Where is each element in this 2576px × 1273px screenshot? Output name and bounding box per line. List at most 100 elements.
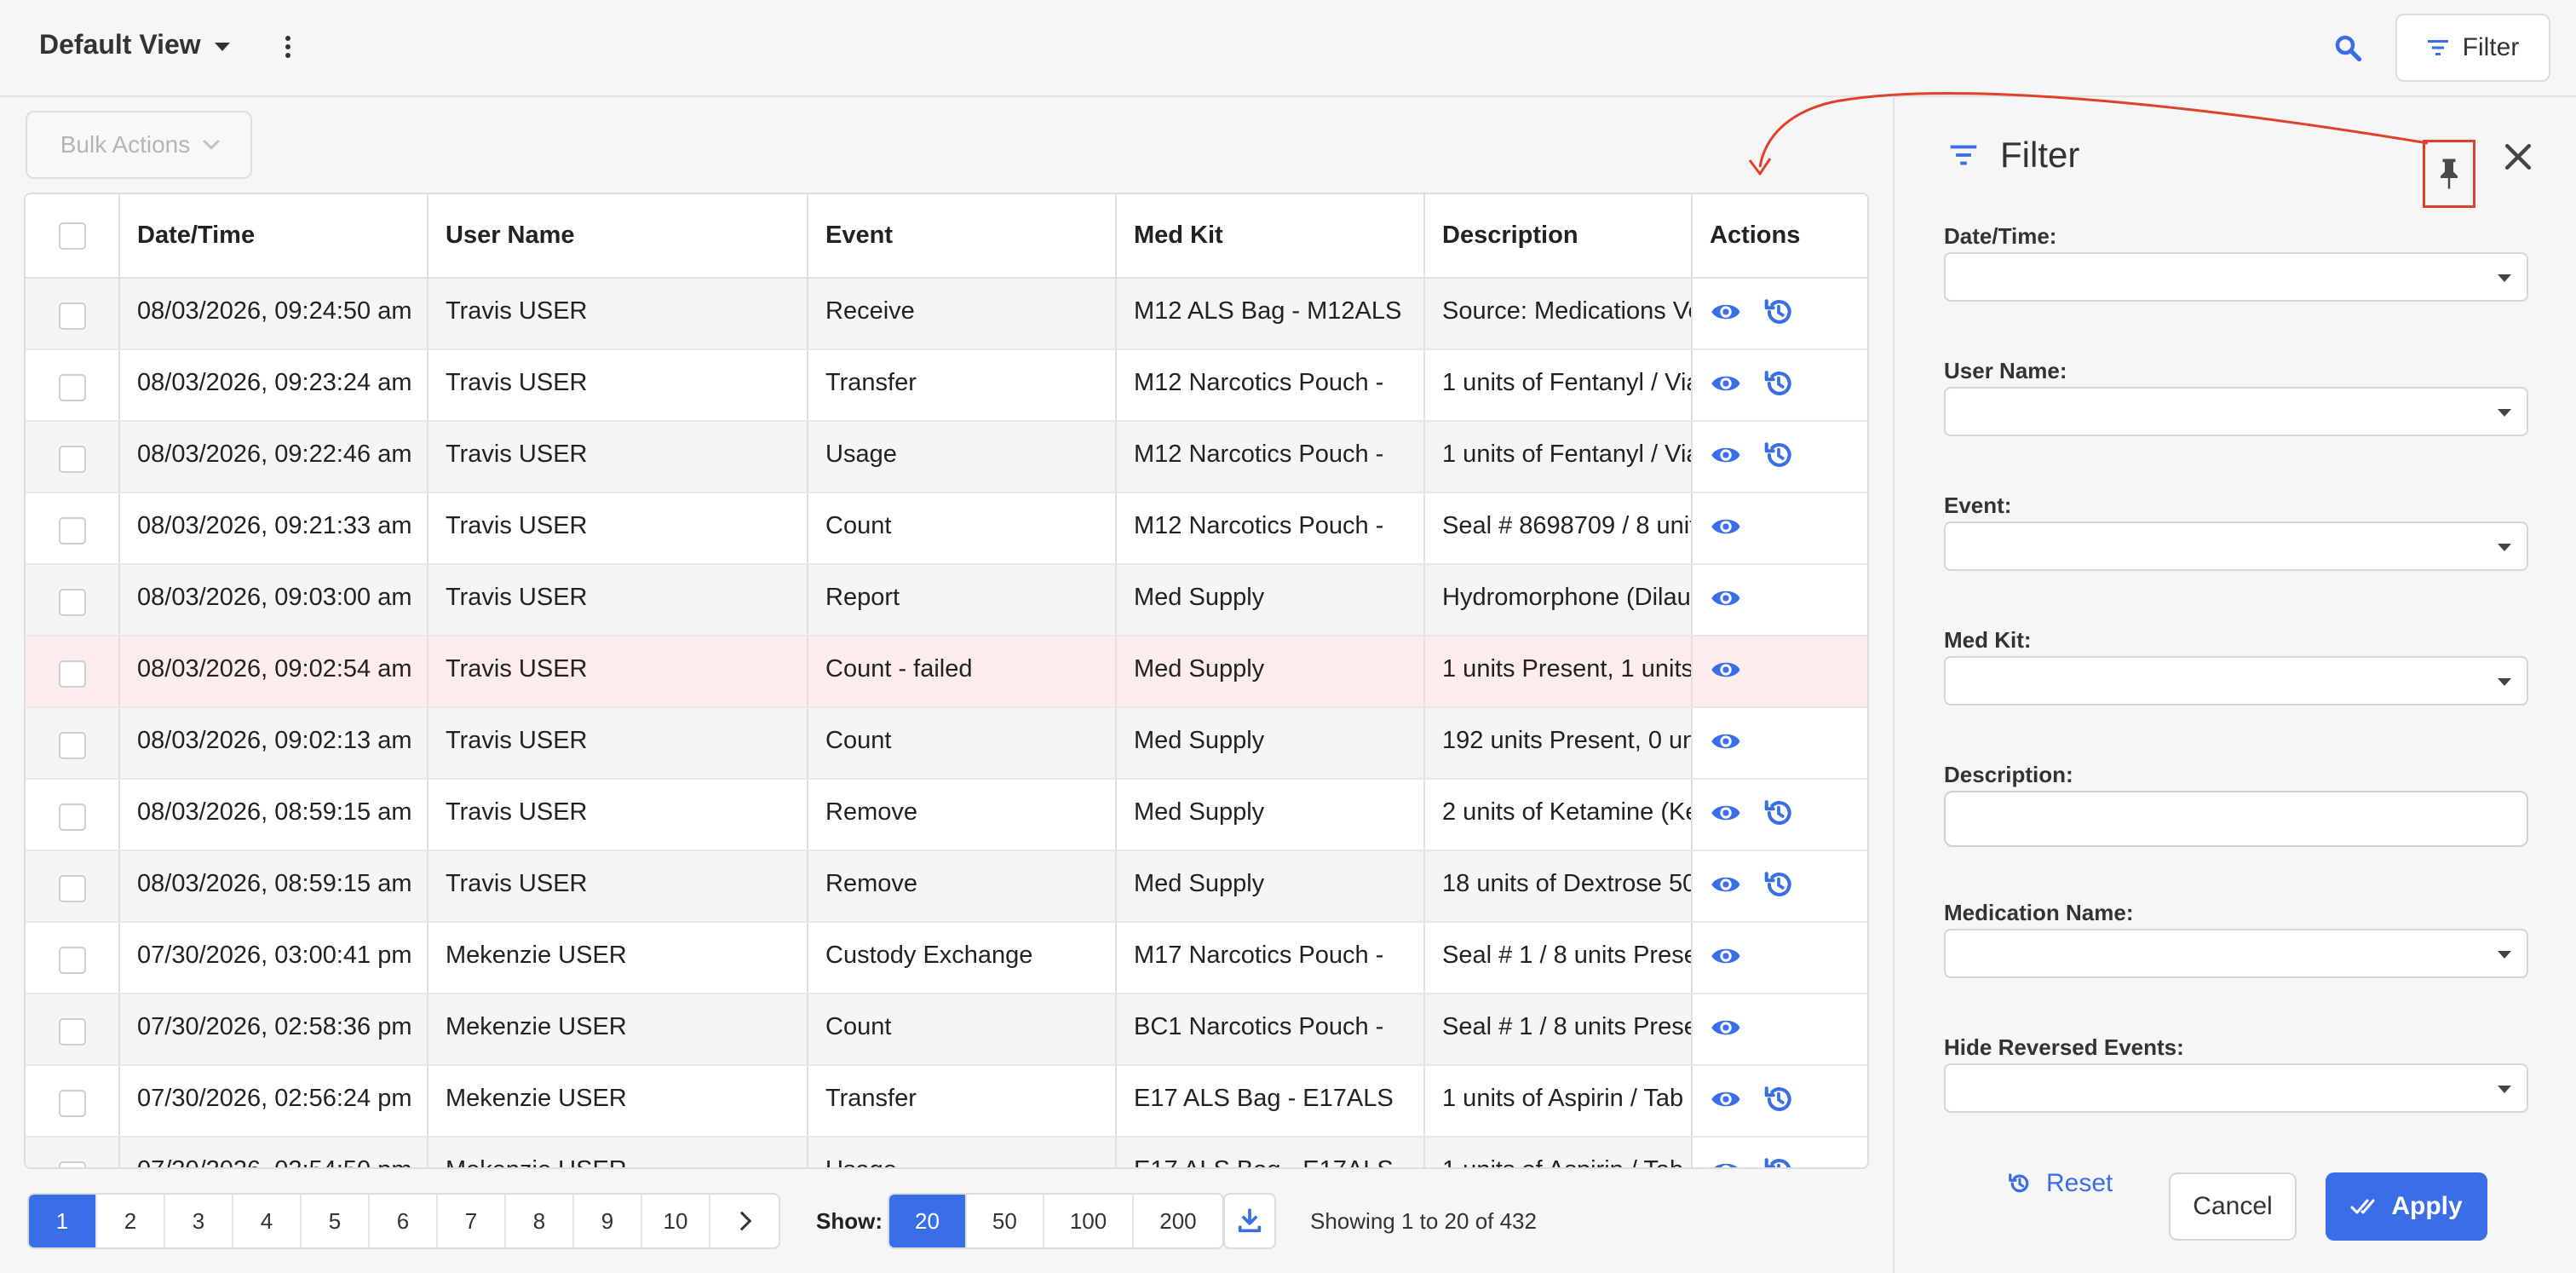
event-select[interactable] <box>1944 521 2528 571</box>
apply-button[interactable]: Apply <box>2326 1172 2487 1241</box>
table-row[interactable]: 08/03/2026, 09:24:50 am Travis USER Receiv… <box>26 278 1867 350</box>
hide-reversed-events-select[interactable] <box>1944 1063 2528 1113</box>
table-row[interactable]: 07/30/2026, 02:58:36 pm Mekenzie USER Coun… <box>26 994 1867 1066</box>
eye-icon[interactable] <box>1710 510 1742 543</box>
history-icon[interactable] <box>1762 797 1795 829</box>
search-icon[interactable] <box>2332 32 2363 63</box>
cell-datetime: 08/03/2026, 09:23:24 am <box>119 349 428 422</box>
table-row[interactable]: 08/03/2026, 08:59:15 am Travis USER Remove… <box>26 850 1867 923</box>
history-icon[interactable] <box>1762 367 1795 400</box>
page-size-50[interactable]: 50 <box>967 1195 1044 1247</box>
row-checkbox[interactable] <box>58 1090 86 1117</box>
eye-icon[interactable] <box>1710 654 1742 686</box>
page-button-8[interactable]: 8 <box>506 1195 574 1247</box>
column-header-actions: Actions <box>1692 194 1867 279</box>
filter-icon <box>2427 40 2448 55</box>
page-button-6[interactable]: 6 <box>370 1195 438 1247</box>
table-row[interactable]: 08/03/2026, 09:02:54 am Travis USER Count … <box>26 636 1867 708</box>
cell-user-name: Travis USER <box>428 779 808 851</box>
table-row[interactable]: 08/03/2026, 09:21:33 am Travis USER Count M… <box>26 492 1867 565</box>
eye-icon[interactable] <box>1710 940 1742 972</box>
table-row[interactable]: 07/30/2026, 02:54:50 pmMekenzie USERUsag… <box>26 1137 1867 1169</box>
page-button-1[interactable]: 1 <box>29 1195 97 1247</box>
medication-name-select[interactable] <box>1944 929 2528 978</box>
history-icon[interactable] <box>1762 439 1795 471</box>
caret-down-icon <box>214 42 230 51</box>
row-checkbox[interactable] <box>58 1018 86 1045</box>
eye-icon[interactable] <box>1710 439 1742 471</box>
row-checkbox[interactable] <box>58 302 86 330</box>
user-name-select[interactable] <box>1944 387 2528 436</box>
table-row[interactable]: 08/03/2026, 09:03:00 am Travis USER Report… <box>26 564 1867 636</box>
eye-icon[interactable] <box>1710 1155 1742 1169</box>
page-button-3[interactable]: 3 <box>165 1195 233 1247</box>
bulk-actions-button[interactable]: Bulk Actions <box>26 111 252 179</box>
cell-user-name: Travis USER <box>428 564 808 636</box>
row-checkbox[interactable] <box>58 947 86 974</box>
cancel-button[interactable]: Cancel <box>2169 1172 2297 1241</box>
row-checkbox[interactable] <box>58 804 86 831</box>
pin-panel-button[interactable] <box>2423 140 2475 208</box>
row-checkbox[interactable] <box>58 660 86 688</box>
row-checkbox[interactable] <box>58 875 86 902</box>
table-row[interactable]: 07/30/2026, 03:00:41 pm Mekenzie USER Cust… <box>26 922 1867 994</box>
table-row[interactable]: 08/03/2026, 08:59:15 am Travis USER Remove… <box>26 779 1867 851</box>
cell-event: Count - failed <box>808 636 1117 708</box>
history-icon[interactable] <box>1762 1155 1795 1169</box>
table-row[interactable]: 08/03/2026, 09:23:24 am Travis USER Transf… <box>26 349 1867 422</box>
row-checkbox[interactable] <box>58 446 86 473</box>
eye-icon[interactable] <box>1710 367 1742 400</box>
filter-button-label: Filter <box>2462 33 2520 61</box>
table-row[interactable]: 08/03/2026, 09:22:46 am Travis USER Usage M… <box>26 421 1867 493</box>
close-icon[interactable] <box>2499 138 2537 176</box>
next-page-button[interactable] <box>710 1195 779 1247</box>
page-button-4[interactable]: 4 <box>233 1195 302 1247</box>
more-options-icon[interactable] <box>278 32 298 61</box>
page-size-100[interactable]: 100 <box>1044 1195 1135 1247</box>
history-icon[interactable] <box>1762 296 1795 328</box>
apply-label: Apply <box>2391 1192 2463 1220</box>
description-input[interactable] <box>1944 791 2528 847</box>
column-header-med-kit[interactable]: Med Kit <box>1116 194 1425 279</box>
select-all-checkbox[interactable] <box>58 222 86 251</box>
eye-icon[interactable] <box>1710 725 1742 757</box>
cell-datetime: 08/03/2026, 09:22:46 am <box>119 421 428 493</box>
date-time-select[interactable] <box>1944 252 2528 302</box>
table-row[interactable]: 07/30/2026, 02:56:24 pm Mekenzie USER Tran… <box>26 1065 1867 1138</box>
page-button-5[interactable]: 5 <box>302 1195 370 1247</box>
table-row[interactable]: 08/03/2026, 09:02:13 am Travis USER Count M… <box>26 707 1867 780</box>
eye-icon[interactable] <box>1710 1011 1742 1044</box>
history-icon[interactable] <box>1762 868 1795 901</box>
page-size-200[interactable]: 200 <box>1134 1195 1222 1247</box>
row-checkbox[interactable] <box>58 1161 86 1167</box>
column-header-user-name[interactable]: User Name <box>428 194 808 279</box>
page-button-2[interactable]: 2 <box>97 1195 165 1247</box>
download-button[interactable] <box>1223 1193 1276 1249</box>
eye-icon[interactable] <box>1710 868 1742 901</box>
row-checkbox[interactable] <box>58 732 86 759</box>
row-checkbox[interactable] <box>58 374 86 401</box>
eye-icon[interactable] <box>1710 582 1742 614</box>
page-button-9[interactable]: 9 <box>574 1195 642 1247</box>
cell-datetime: 08/03/2026, 08:59:15 am <box>119 779 428 851</box>
eye-icon[interactable] <box>1710 296 1742 328</box>
reset-button[interactable]: Reset <box>2007 1169 2113 1198</box>
cell-datetime: 08/03/2026, 09:24:50 am <box>119 278 428 350</box>
column-header-event[interactable]: Event <box>808 194 1117 279</box>
med-kit-select[interactable] <box>1944 656 2528 706</box>
view-selector[interactable]: Default View <box>39 29 230 60</box>
cell-description: Seal # 1 / 8 units Prese <box>1424 922 1693 994</box>
page-button-7[interactable]: 7 <box>438 1195 506 1247</box>
chevron-right-icon <box>732 1211 752 1231</box>
history-icon[interactable] <box>1762 1083 1795 1115</box>
eye-icon[interactable] <box>1710 1083 1742 1115</box>
filter-button[interactable]: Filter <box>2395 14 2550 82</box>
column-header-description[interactable]: Description <box>1424 194 1693 279</box>
row-checkbox[interactable] <box>58 589 86 616</box>
page-button-10[interactable]: 10 <box>642 1195 710 1247</box>
page-size-20[interactable]: 20 <box>889 1195 967 1247</box>
eye-icon[interactable] <box>1710 797 1742 829</box>
cell-med-kit: M12 Narcotics Pouch - <box>1116 492 1425 565</box>
row-checkbox[interactable] <box>58 517 86 544</box>
column-header-datetime[interactable]: Date/Time <box>119 194 428 279</box>
